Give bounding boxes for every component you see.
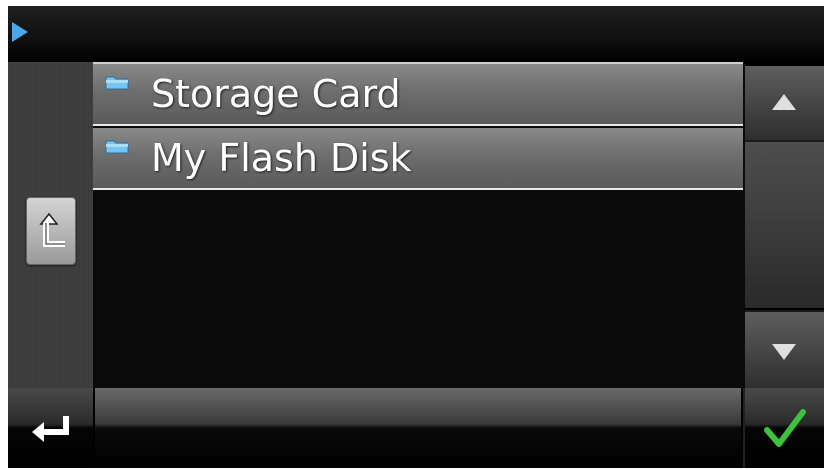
back-button[interactable] [8,388,93,468]
up-folder-icon [39,212,65,247]
header-bar [8,6,824,62]
folder-icon [105,140,129,154]
list-item-label: My Flash Disk [151,136,412,180]
scroll-up-button[interactable] [745,66,824,142]
arrow-up-icon [772,94,796,110]
list-item-storage-card[interactable]: Storage Card [93,62,743,126]
scroll-track[interactable] [745,142,824,308]
checkmark-icon [764,409,806,447]
return-arrow-icon [32,416,69,442]
list-item-label: Storage Card [151,72,401,116]
arrow-down-icon [772,344,796,360]
footer-spacer [95,388,741,468]
play-icon [12,22,28,42]
folder-icon [105,76,129,90]
file-browser-screen: Storage Card My Flash Disk [8,6,824,468]
up-folder-button[interactable] [26,197,76,265]
file-list: Storage Card My Flash Disk [93,62,745,388]
footer-bar [8,388,824,468]
scroll-down-button[interactable] [745,310,824,390]
scrollbar [745,62,824,390]
list-item-my-flash-disk[interactable]: My Flash Disk [93,128,743,190]
left-panel [8,62,93,388]
ok-button[interactable] [743,388,824,468]
